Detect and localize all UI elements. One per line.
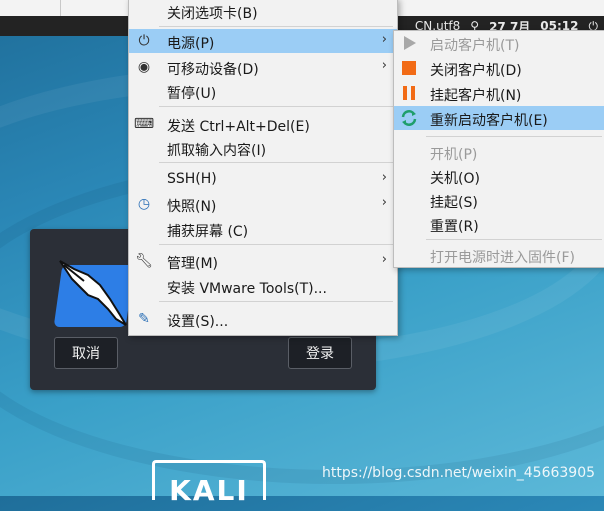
menu-separator bbox=[159, 26, 393, 27]
menu-item-power-off[interactable]: 关机(O) bbox=[394, 164, 604, 188]
menu-item-removable-devices[interactable]: ◉ 可移动设备(D) › bbox=[129, 55, 397, 79]
menu-item-label: SSH(H) bbox=[167, 171, 217, 187]
menu-item-shutdown-guest[interactable]: 关闭客户机(D) bbox=[394, 56, 604, 80]
menu-item-label: 重置(R) bbox=[430, 219, 479, 235]
menu-item-label: 暂停(U) bbox=[167, 86, 217, 102]
menu-item-label: 打开电源时进入固件(F) bbox=[430, 250, 575, 266]
disc-icon: ◉ bbox=[137, 59, 151, 75]
menu-item-label: 快照(N) bbox=[167, 199, 217, 215]
menu-item-power[interactable]: ⏻ 电源(P) › bbox=[129, 29, 397, 53]
vm-menu: 关闭选项卡(B) ⏻ 电源(P) › ◉ 可移动设备(D) › 暂停(U) ⌨ … bbox=[128, 0, 398, 336]
menu-item-label: 安装 VMware Tools(T)... bbox=[167, 281, 327, 297]
menu-item-power-on[interactable]: 开机(P) bbox=[394, 140, 604, 164]
chevron-right-icon: › bbox=[381, 195, 387, 210]
menu-item-label: 可移动设备(D) bbox=[167, 62, 259, 78]
menu-item-pause[interactable]: 暂停(U) bbox=[129, 79, 397, 103]
chevron-right-icon: › bbox=[381, 32, 387, 47]
menu-item-install-vmware-tools[interactable]: 安装 VMware Tools(T)... bbox=[129, 274, 397, 298]
restart-icon bbox=[400, 109, 418, 127]
menu-item-start-guest[interactable]: 启动客户机(T) bbox=[394, 31, 604, 55]
menu-item-label: 关机(O) bbox=[430, 171, 480, 187]
menu-item-label: 管理(M) bbox=[167, 256, 219, 272]
menu-item-ssh[interactable]: SSH(H) › bbox=[129, 167, 397, 191]
menu-item-grab-input[interactable]: 抓取输入内容(I) bbox=[129, 136, 397, 160]
menu-item-label: 挂起(S) bbox=[430, 195, 478, 211]
settings-edit-icon: ✎ bbox=[138, 311, 150, 327]
menu-separator bbox=[426, 136, 602, 137]
chevron-right-icon: › bbox=[381, 252, 387, 267]
menu-separator bbox=[159, 244, 393, 245]
kali-brand: KALI bbox=[152, 460, 266, 507]
login-button[interactable]: 登录 bbox=[288, 337, 352, 369]
menu-item-reset[interactable]: 重置(R) bbox=[394, 212, 604, 236]
menu-item-label: 设置(S)... bbox=[167, 314, 229, 330]
play-icon bbox=[400, 34, 418, 52]
watermark-text: https://blog.csdn.net/weixin_45663905 bbox=[322, 465, 596, 481]
pause-icon bbox=[400, 84, 418, 102]
menu-separator bbox=[426, 239, 602, 240]
power-submenu: 启动客户机(T) 关闭客户机(D) 挂起客户机(N) 重新启动客户机(E) 开机… bbox=[393, 30, 604, 268]
menu-item-restart-guest[interactable]: 重新启动客户机(E) bbox=[394, 106, 604, 130]
menu-item-label: 关闭客户机(D) bbox=[430, 63, 522, 79]
chevron-right-icon: › bbox=[381, 170, 387, 185]
menu-item-label: 开机(P) bbox=[430, 147, 478, 163]
stop-icon bbox=[400, 59, 418, 77]
menu-item-label: 挂起客户机(N) bbox=[430, 88, 522, 104]
chevron-right-icon: › bbox=[381, 58, 387, 73]
menu-item-label: 启动客户机(T) bbox=[430, 38, 520, 54]
menu-separator bbox=[159, 301, 393, 302]
menu-item-close-tab[interactable]: 关闭选项卡(B) bbox=[129, 0, 397, 23]
dragon-icon bbox=[59, 260, 127, 326]
snapshot-icon: ◷ bbox=[137, 196, 151, 212]
menu-item-power-on-to-firmware[interactable]: 打开电源时进入固件(F) bbox=[394, 243, 604, 267]
keyboard-icon: ⌨ bbox=[133, 116, 155, 132]
power-icon: ⏻ bbox=[138, 33, 150, 49]
menu-item-snapshot[interactable]: ◷ 快照(N) › bbox=[129, 192, 397, 216]
menu-item-label: 抓取输入内容(I) bbox=[167, 143, 267, 159]
menu-item-send-ctrl-alt-del[interactable]: ⌨ 发送 Ctrl+Alt+Del(E) bbox=[129, 112, 397, 136]
menu-item-manage[interactable]: 🔧︎ 管理(M) › bbox=[129, 249, 397, 273]
menu-item-label: 捕获屏幕 (C) bbox=[167, 224, 249, 240]
wrench-icon: 🔧︎ bbox=[135, 253, 153, 269]
menu-item-suspend[interactable]: 挂起(S) bbox=[394, 188, 604, 212]
menu-item-label: 发送 Ctrl+Alt+Del(E) bbox=[167, 119, 310, 135]
menu-separator bbox=[159, 106, 393, 107]
menu-item-label: 关闭选项卡(B) bbox=[167, 6, 258, 22]
menu-item-label: 重新启动客户机(E) bbox=[430, 113, 548, 129]
menu-item-label: 电源(P) bbox=[167, 36, 215, 52]
cancel-button[interactable]: 取消 bbox=[54, 337, 118, 369]
menu-separator bbox=[159, 162, 393, 163]
menu-item-suspend-guest[interactable]: 挂起客户机(N) bbox=[394, 81, 604, 105]
menu-item-settings[interactable]: ✎ 设置(S)... bbox=[129, 307, 397, 331]
menu-item-capture-screen[interactable]: 捕获屏幕 (C) bbox=[129, 217, 397, 241]
